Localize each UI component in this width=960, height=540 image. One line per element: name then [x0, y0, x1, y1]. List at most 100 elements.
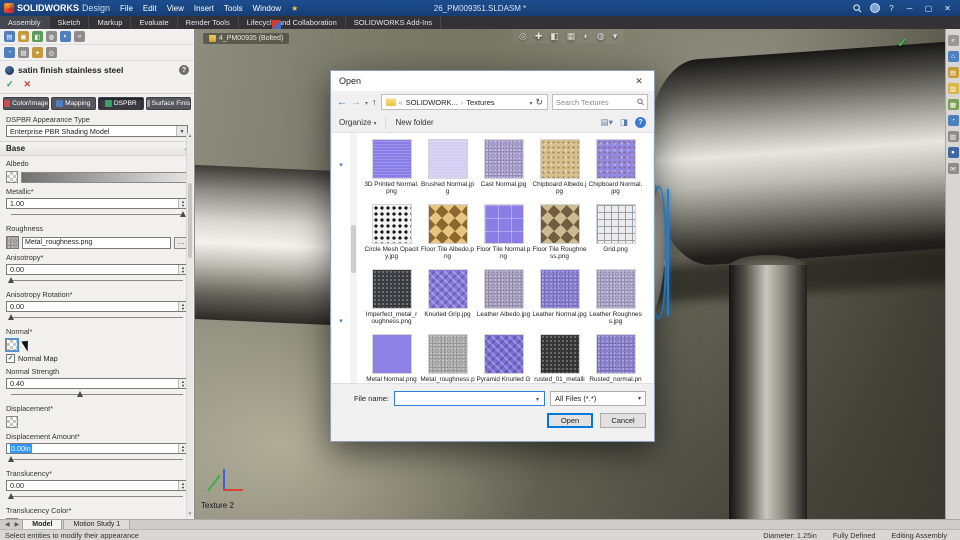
collapse-taskpane-icon[interactable]: « [947, 35, 959, 46]
tree-scrollbar-thumb[interactable] [351, 225, 356, 273]
dialog-title-bar[interactable]: Open ✕ [331, 71, 654, 91]
appearance-tab[interactable]: Surface Finish [145, 97, 191, 110]
translucency-input[interactable]: 0.00 [6, 480, 188, 491]
albedo-color-swatch[interactable] [21, 171, 188, 183]
cancel-x-button[interactable]: ✕ [24, 79, 32, 90]
displacement-texture-button[interactable] [6, 416, 18, 428]
cancel-button[interactable]: Cancel [600, 413, 646, 428]
commandmanager-tab[interactable]: Sketch [50, 16, 90, 29]
anisotropy-rotation-slider[interactable] [8, 314, 183, 321]
search-input[interactable] [556, 97, 637, 107]
file-item[interactable]: Cast Normal.jpg [476, 139, 531, 202]
file-item[interactable]: Knurled Grip.jpg [420, 269, 475, 332]
displacement-amount-slider[interactable] [8, 456, 183, 463]
menu-item[interactable]: View [163, 3, 188, 14]
maximize-button[interactable]: ▢ [920, 1, 937, 15]
file-item[interactable]: Grid.png [588, 204, 643, 267]
normal-strength-input[interactable]: 0.40 [6, 378, 188, 389]
tab-scroll-left-icon[interactable]: ◀ [3, 521, 12, 528]
commandmanager-tab[interactable]: Markup [89, 16, 132, 29]
dialog-close-icon[interactable]: ✕ [624, 71, 654, 91]
roughness-file-name[interactable]: Metal_roughness.png [22, 236, 171, 249]
messages-icon[interactable]: ✉ [947, 163, 959, 174]
home-icon[interactable]: ⌂ [947, 51, 959, 62]
zoom-fit-icon[interactable]: ◎ [519, 31, 527, 42]
pane-expand-icon[interactable]: » [74, 31, 85, 42]
forum-icon[interactable]: ● [947, 147, 959, 158]
file-item[interactable]: Metal Normal.png [364, 334, 419, 383]
anisotropy-input[interactable]: 0.00 [6, 264, 188, 275]
file-name-dropdown-icon[interactable] [531, 394, 544, 403]
view-palette-icon[interactable]: ▦ [947, 99, 959, 110]
file-item[interactable]: Leather Normal.jpg [532, 269, 587, 332]
tab-scroll-right-icon[interactable]: ▶ [13, 521, 22, 528]
displacement-amount-input[interactable]: 0.00in [6, 443, 188, 454]
anisotropy-slider[interactable] [8, 277, 183, 284]
history-dropdown-icon[interactable] [365, 98, 368, 107]
file-item[interactable]: Imperfect_metal_roughness.png [364, 269, 419, 332]
tree-chevron-down-icon-2[interactable]: ▾ [339, 317, 343, 325]
displaymanager-icon[interactable]: ◐ [60, 31, 71, 42]
file-name-input[interactable] [395, 394, 531, 403]
search-box[interactable] [552, 94, 648, 110]
anisotropy-rotation-input[interactable]: 0.00 [6, 301, 188, 312]
scrollbar-thumb[interactable] [188, 183, 192, 258]
appearances-scenes-icon[interactable]: ◔ [947, 115, 959, 126]
appearances-tab-icon[interactable]: ◔ [4, 47, 15, 58]
confirmation-corner-check-icon[interactable]: ✓ [897, 35, 908, 51]
featuremanager-tree-icon[interactable]: ▤ [4, 31, 15, 42]
floating-document-tab[interactable]: 4_PM00935 (Bolted) [203, 33, 290, 44]
appearance-tab[interactable]: Color/Image [3, 97, 49, 110]
panel-help-icon[interactable]: ? [179, 65, 189, 75]
zoom-area-icon[interactable]: ✚ [535, 31, 543, 42]
open-button[interactable]: Open [547, 413, 593, 428]
refresh-icon[interactable]: ↻ [535, 97, 543, 108]
back-icon[interactable]: ← [337, 97, 347, 108]
scroll-down-icon[interactable]: ▾ [187, 511, 193, 517]
roughness-texture-thumb[interactable] [6, 236, 19, 249]
file-item[interactable]: Pyramid Knurled Grip.jpg [476, 334, 531, 383]
menu-item[interactable]: Edit [139, 3, 161, 14]
section-view-icon[interactable]: ◧ [550, 31, 559, 42]
view-settings-dropdown-icon[interactable]: ▾ [613, 31, 618, 42]
menu-item[interactable]: Insert [190, 3, 218, 14]
custom-properties-icon[interactable]: ▧ [947, 131, 959, 142]
file-item[interactable]: Brushed Normal.jpg [420, 139, 475, 202]
scene-lights-icon[interactable]: ✦ [32, 47, 43, 58]
normal-map-checkbox[interactable]: ✓ [6, 354, 15, 363]
commandmanager-tab[interactable]: Lifecycle and Collaboration [239, 16, 346, 29]
up-one-level-icon[interactable]: ↑ [372, 97, 377, 107]
commandmanager-tab[interactable]: Evaluate [131, 16, 178, 29]
dimxpertmanager-icon[interactable]: ◍ [46, 31, 57, 42]
ok-button[interactable]: ✓ [6, 79, 14, 90]
normal-texture-button[interactable] [5, 338, 19, 352]
file-item[interactable]: Chipboard Normal.jpg [588, 139, 643, 202]
hide-show-icon[interactable]: ◍ [597, 31, 605, 42]
model-support-leg[interactable] [729, 265, 807, 519]
metallic-slider[interactable] [11, 211, 186, 218]
file-item[interactable]: Circle Mesh Opacity.jpg [364, 204, 419, 267]
minimize-button[interactable]: ─ [901, 1, 918, 15]
camera-tab-icon[interactable]: ◎ [46, 47, 57, 58]
base-section-header[interactable]: Base ▴ [0, 141, 194, 156]
propertymanager-icon[interactable]: ▣ [18, 31, 29, 42]
breadcrumb-overflow[interactable]: « [399, 98, 403, 107]
menu-item[interactable]: Window [249, 3, 285, 14]
translucency-slider[interactable] [8, 493, 183, 500]
appearance-tab[interactable]: Mapping [50, 97, 96, 110]
help-icon[interactable]: ? [884, 1, 899, 15]
menu-item[interactable]: File [116, 3, 137, 14]
model-tab[interactable]: Model [22, 519, 63, 529]
new-folder-button[interactable]: New folder [395, 118, 433, 127]
view-mode-icon[interactable]: ▤▾ [601, 117, 613, 128]
menu-item[interactable]: Tools [220, 3, 247, 14]
tree-chevron-down-icon[interactable]: ▾ [339, 161, 343, 169]
file-item[interactable]: rusted_01_metallic.png [532, 334, 587, 383]
panel-scrollbar[interactable]: ▴ ▾ [186, 133, 193, 517]
commandmanager-tab[interactable]: SOLIDWORKS Add-Ins [346, 16, 442, 29]
file-type-select[interactable]: All Files (*.*) [550, 391, 646, 406]
file-item[interactable]: Leather Albedo.jpg [476, 269, 531, 332]
file-item[interactable]: Floor Tile Roughness.png [532, 204, 587, 267]
file-item[interactable]: Metal_roughness.png [420, 334, 475, 383]
address-bar[interactable]: « SOLIDWORK... › Textures ↻ [380, 94, 548, 110]
